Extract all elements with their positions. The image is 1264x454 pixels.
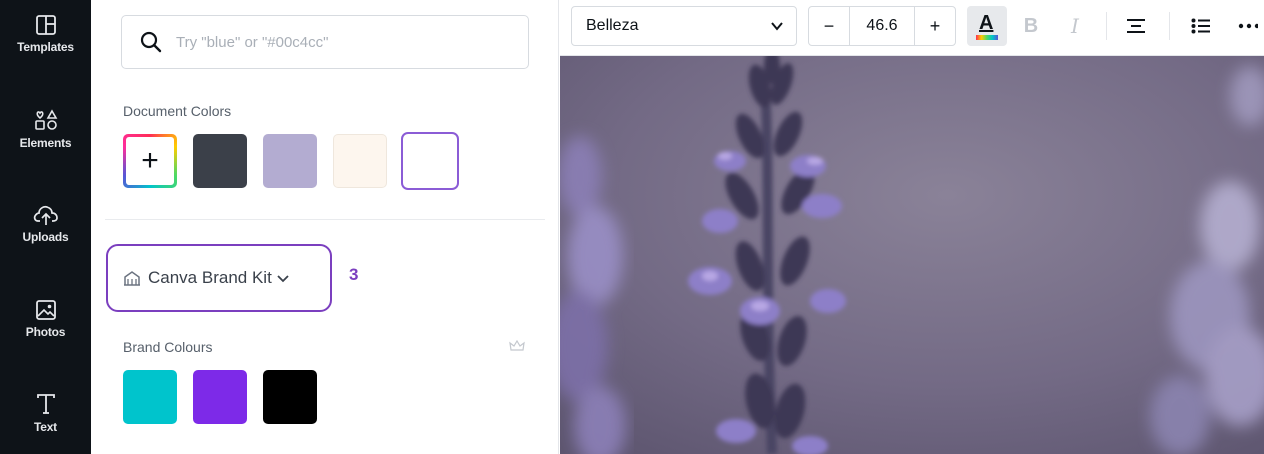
color-search-box[interactable] [121, 15, 529, 69]
decrease-font-size-button[interactable]: − [809, 7, 849, 45]
text-icon [36, 394, 55, 414]
document-color-swatch[interactable] [333, 134, 387, 188]
font-family-value: Belleza [586, 17, 639, 34]
step-number: 3 [349, 265, 359, 284]
color-search-input[interactable] [176, 33, 496, 51]
sidebar-item-label: Elements [19, 136, 72, 150]
text-color-letter: A [979, 12, 994, 34]
brand-kit-label: Canva Brand Kit [148, 268, 272, 287]
brand-kit-icon [124, 271, 140, 286]
rainbow-bar-icon [976, 35, 998, 40]
document-colors-title: Document Colors [123, 103, 232, 119]
crown-icon [509, 340, 525, 351]
brand-color-swatch[interactable] [193, 370, 247, 424]
side-rail: Templates Elements Uploads Photos Text [0, 0, 91, 454]
sidebar-item-label: Text [34, 420, 57, 434]
sidebar-item-label: Photos [25, 325, 66, 339]
sidebar-item-label: Templates [17, 40, 74, 54]
more-options-button[interactable] [1238, 6, 1264, 46]
font-family-dropdown[interactable]: Belleza [571, 6, 797, 46]
design-canvas[interactable] [560, 56, 1264, 454]
chevron-down-icon [277, 275, 289, 283]
sidebar-item-label: Uploads [22, 230, 69, 244]
uploads-icon [33, 205, 58, 225]
brand-color-swatch[interactable] [123, 370, 177, 424]
bullet-list-button[interactable] [1185, 6, 1217, 46]
document-color-swatch[interactable] [193, 134, 247, 188]
sidebar-item-templates[interactable]: Templates [0, 14, 91, 84]
sidebar-item-text[interactable]: Text [0, 392, 91, 454]
sidebar-item-uploads[interactable]: Uploads [0, 204, 91, 274]
bullet-list-icon [1191, 18, 1210, 34]
section-divider [105, 219, 545, 220]
sidebar-item-photos[interactable]: Photos [0, 299, 91, 369]
document-color-swatch[interactable] [263, 134, 317, 188]
templates-icon [35, 15, 56, 35]
photos-icon [35, 300, 56, 320]
search-icon [140, 31, 162, 53]
brand-kit-dropdown[interactable]: Canva Brand Kit [106, 244, 332, 312]
add-color-button[interactable]: + [123, 134, 177, 188]
align-center-icon [1127, 19, 1145, 33]
color-panel: Document Colors + Canva Brand Kit 3 Bran… [91, 0, 559, 454]
font-size-value[interactable]: 46.6 [849, 7, 915, 45]
document-color-swatch-selected[interactable] [401, 132, 459, 190]
chevron-down-icon [771, 22, 783, 31]
more-icon [1238, 23, 1258, 29]
increase-font-size-button[interactable]: + [915, 7, 955, 45]
italic-button[interactable]: I [1060, 6, 1090, 46]
toolbar-divider [1169, 12, 1170, 40]
text-toolbar: Belleza − 46.6 + A B I [560, 0, 1264, 56]
lavender-photo [560, 56, 1264, 454]
align-center-button[interactable] [1120, 6, 1152, 46]
bold-button[interactable]: B [1016, 6, 1046, 46]
brand-color-swatch[interactable] [263, 370, 317, 424]
sidebar-item-elements[interactable]: Elements [0, 108, 91, 178]
toolbar-divider [1106, 12, 1107, 40]
elements-icon [34, 109, 57, 130]
add-color-label: + [126, 137, 174, 185]
font-size-stepper: − 46.6 + [808, 6, 956, 46]
text-color-button[interactable]: A [967, 6, 1007, 46]
brand-colours-title: Brand Colours [123, 339, 213, 355]
